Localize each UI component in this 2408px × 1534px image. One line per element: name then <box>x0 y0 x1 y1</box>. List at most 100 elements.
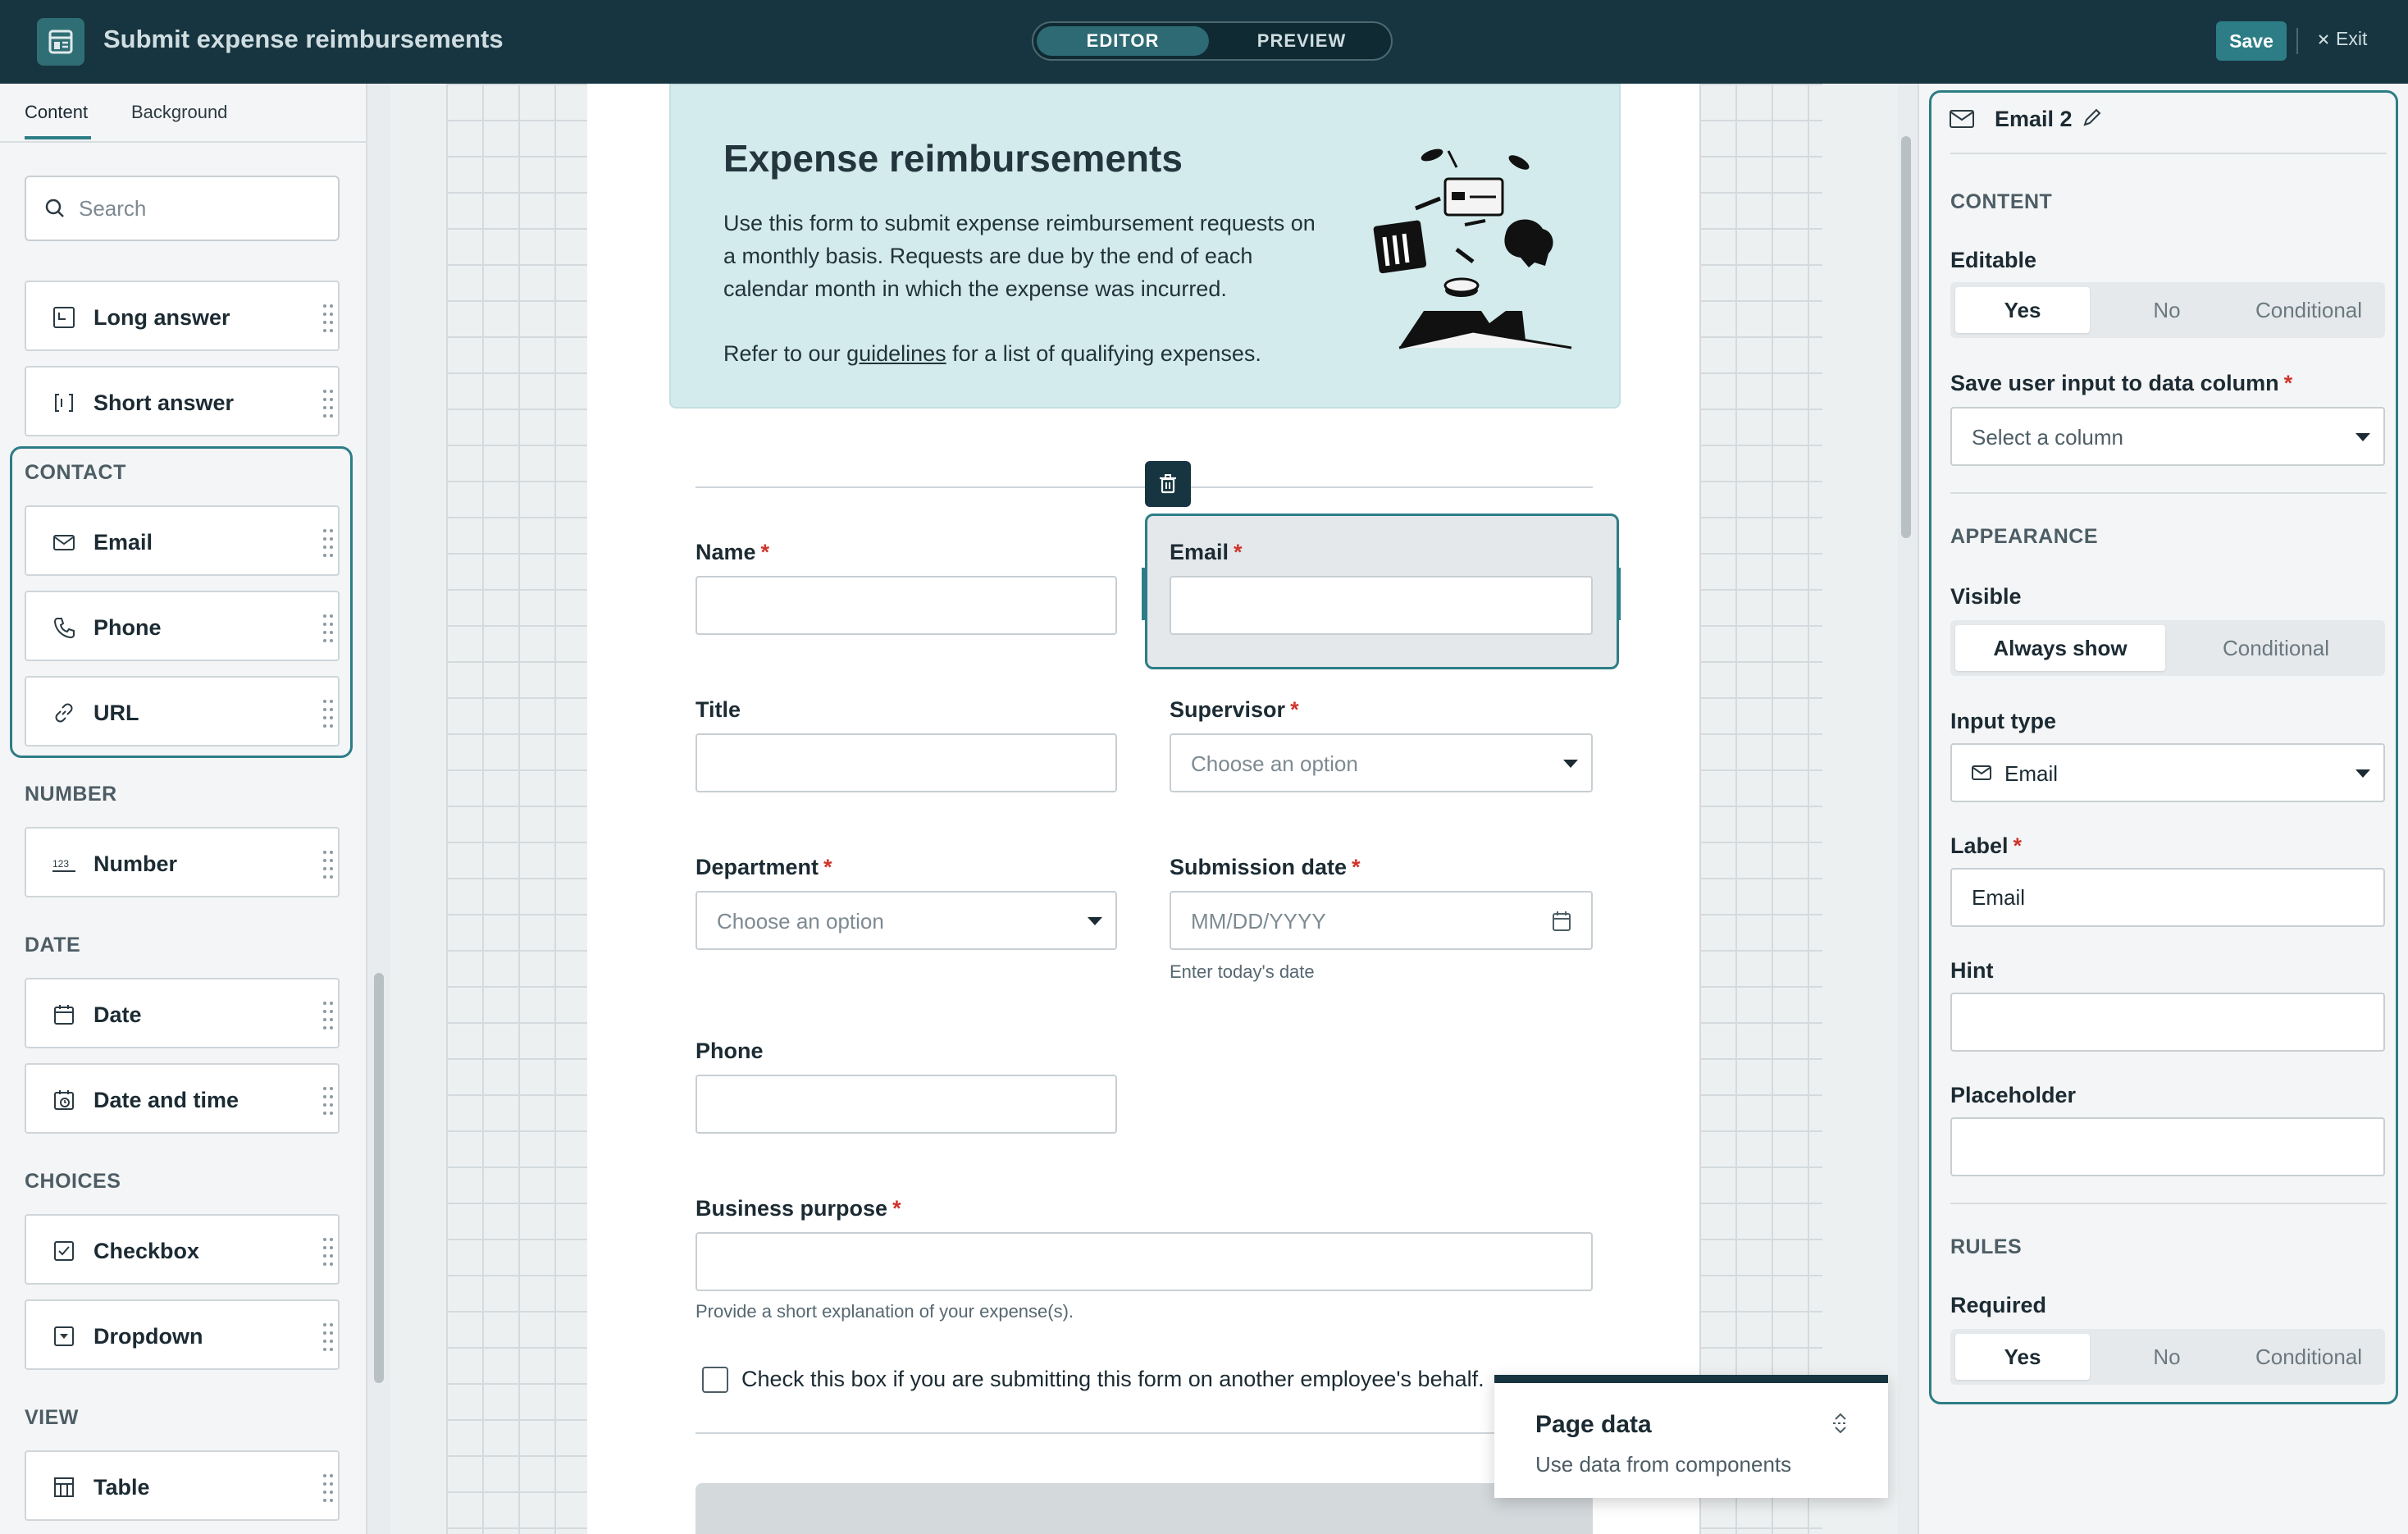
input-type-select[interactable]: Email <box>1950 743 2385 802</box>
section-title-view: VIEW <box>25 1406 79 1429</box>
business-purpose-input[interactable] <box>697 1234 1591 1290</box>
guidelines-link[interactable]: guidelines <box>846 341 946 366</box>
panel-divider <box>1950 1203 2387 1204</box>
required-no[interactable]: No <box>2103 1334 2231 1380</box>
page-data-title: Page data <box>1535 1411 1652 1438</box>
palette-item-long-answer[interactable]: Long answer <box>25 281 340 351</box>
form-header-banner[interactable]: Expense reimbursements Use this form to … <box>669 84 1621 409</box>
drag-handle-icon[interactable] <box>322 698 335 729</box>
calendar-icon[interactable] <box>1552 911 1571 932</box>
label-field[interactable] <box>1950 868 2385 927</box>
name-field-label: Name * <box>695 540 770 564</box>
email-input[interactable] <box>1171 578 1591 633</box>
business-purpose-field[interactable] <box>695 1232 1593 1291</box>
long-answer-icon <box>53 307 75 328</box>
search-input[interactable] <box>79 194 325 223</box>
editable-conditional[interactable]: Conditional <box>2237 287 2380 333</box>
name-field[interactable] <box>695 576 1117 635</box>
palette-item-label: Email <box>93 530 153 555</box>
form-app-icon <box>37 18 84 66</box>
form-footer-block[interactable] <box>695 1483 1593 1534</box>
label-input[interactable] <box>1952 870 2383 925</box>
name-input[interactable] <box>697 578 1115 633</box>
delete-field-button[interactable] <box>1145 461 1191 507</box>
submission-date-label: Submission date * <box>1170 855 1361 879</box>
data-column-select[interactable]: Select a column <box>1950 407 2385 466</box>
palette-item-table[interactable]: Table <box>25 1450 340 1521</box>
palette-item-number[interactable]: 123 Number <box>25 827 340 897</box>
title-field[interactable] <box>695 733 1117 792</box>
drag-handle-icon[interactable] <box>322 1000 335 1031</box>
palette-item-short-answer[interactable]: Short answer <box>25 366 340 436</box>
drag-handle-icon[interactable] <box>322 1236 335 1267</box>
hint-input[interactable] <box>1952 994 2383 1050</box>
svg-text:123: 123 <box>52 858 69 870</box>
placeholder-field[interactable] <box>1950 1117 2385 1176</box>
drag-handle-icon[interactable] <box>322 1322 335 1353</box>
supervisor-select[interactable]: Choose an option <box>1170 733 1593 792</box>
palette-item-dropdown[interactable]: Dropdown <box>25 1299 340 1370</box>
visible-conditional[interactable]: Conditional <box>2172 625 2380 671</box>
drag-handle-icon[interactable] <box>322 1472 335 1504</box>
hint-field[interactable] <box>1950 993 2385 1052</box>
canvas-scrollbar[interactable] <box>1901 136 1911 538</box>
drag-handle-icon[interactable] <box>322 849 335 880</box>
palette-item-date-and-time[interactable]: Date and time <box>25 1063 340 1134</box>
canvas-grid-right <box>1699 84 1822 1534</box>
canvas-grid-left <box>446 84 594 1534</box>
chevron-down-icon <box>1563 760 1578 768</box>
required-label: Required <box>1950 1293 2047 1317</box>
drag-handle-icon[interactable] <box>322 1085 335 1116</box>
guidelines-suffix: for a list of qualifying expenses. <box>946 341 1261 366</box>
expand-collapse-icon[interactable] <box>1831 1411 1850 1436</box>
phone-input[interactable] <box>697 1076 1115 1132</box>
email-field[interactable] <box>1170 576 1593 635</box>
exit-button[interactable]: Exit <box>2318 28 2367 50</box>
pencil-icon[interactable] <box>2082 107 2103 128</box>
phone-field[interactable] <box>695 1075 1117 1134</box>
drag-handle-icon[interactable] <box>322 527 335 559</box>
phone-field-label: Phone <box>695 1039 764 1063</box>
palette-scrollbar[interactable] <box>374 973 384 1383</box>
palette-item-url[interactable]: URL <box>25 676 340 746</box>
mail-icon <box>1972 765 1991 780</box>
short-answer-icon <box>55 394 73 412</box>
email-field-label: Email * <box>1170 540 1243 564</box>
close-icon <box>2319 34 2328 44</box>
visible-toggle: Always show Conditional <box>1950 620 2385 676</box>
submission-date-field[interactable]: MM/DD/YYYY <box>1170 891 1593 950</box>
department-select[interactable]: Choose an option <box>695 891 1117 950</box>
page-data-panel[interactable]: Page data Use data from components <box>1494 1375 1888 1498</box>
resize-handle-right[interactable] <box>1617 568 1621 620</box>
save-button[interactable]: Save <box>2216 21 2287 61</box>
drag-handle-icon[interactable] <box>322 303 335 334</box>
phone-icon <box>53 618 75 639</box>
required-conditional[interactable]: Conditional <box>2237 1334 2380 1380</box>
tab-background[interactable]: Background <box>131 102 227 123</box>
title-field-label: Title <box>695 697 741 722</box>
palette-item-phone[interactable]: Phone <box>25 591 340 661</box>
title-input[interactable] <box>697 735 1115 791</box>
toolbar-divider <box>2296 28 2298 54</box>
required-toggle: Yes No Conditional <box>1950 1329 2385 1385</box>
editable-no[interactable]: No <box>2103 287 2231 333</box>
palette-item-email[interactable]: Email <box>25 505 340 576</box>
section-title-date: DATE <box>25 934 81 956</box>
data-column-placeholder: Select a column <box>1972 425 2123 450</box>
palette-item-label: Number <box>93 851 178 876</box>
label-field-label: Label * <box>1950 833 2023 858</box>
preview-mode-button[interactable]: PREVIEW <box>1215 26 1388 56</box>
palette-item-checkbox[interactable]: Checkbox <box>25 1214 340 1285</box>
palette-item-date[interactable]: Date <box>25 978 340 1048</box>
behalf-checkbox[interactable] <box>702 1367 728 1393</box>
expense-illustration <box>1373 148 1572 349</box>
tab-content[interactable]: Content <box>25 102 92 139</box>
drag-handle-icon[interactable] <box>322 613 335 644</box>
editable-yes[interactable]: Yes <box>1955 287 2090 333</box>
placeholder-input[interactable] <box>1952 1119 2383 1175</box>
drag-handle-icon[interactable] <box>322 388 335 419</box>
visible-always-show[interactable]: Always show <box>1955 625 2165 671</box>
required-yes[interactable]: Yes <box>1955 1334 2090 1380</box>
resize-handle-left[interactable] <box>1142 568 1145 620</box>
editor-mode-button[interactable]: EDITOR <box>1037 26 1209 56</box>
